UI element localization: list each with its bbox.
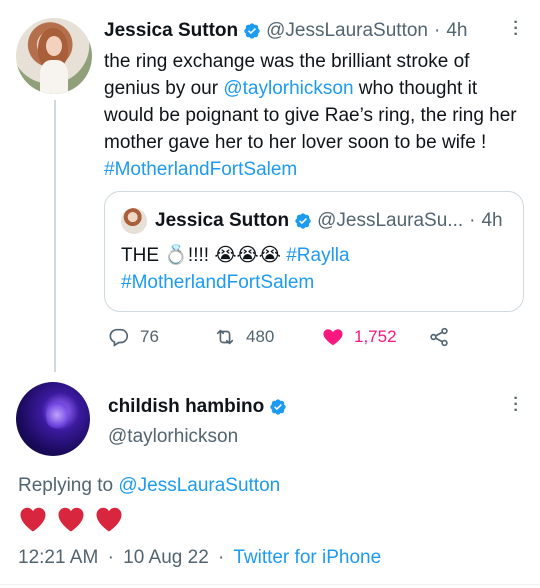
verified-badge-icon xyxy=(244,23,260,39)
hashtag-link[interactable]: #MotherlandFortSalem xyxy=(121,272,314,293)
replying-to: Replying to @JessLauraSutton xyxy=(18,475,281,496)
tweet-text: the ring exchange was the brilliant stro… xyxy=(104,51,517,180)
reply-author-avatar[interactable] xyxy=(16,382,90,456)
author-name[interactable]: Jessica Sutton xyxy=(104,20,238,42)
tweet-header: Jessica Sutton @JessLauraSutton · 4h xyxy=(104,20,467,42)
red-heart-icon xyxy=(20,507,46,532)
main-tweet[interactable]: Jessica Sutton @JessLauraSutton · 4h · · ·… xyxy=(0,0,540,372)
like-button[interactable]: 1,752 xyxy=(322,326,397,348)
divider xyxy=(0,584,540,585)
reply-text xyxy=(18,505,124,533)
more-icon[interactable]: · · · xyxy=(508,15,524,43)
tweet-time[interactable]: 4h xyxy=(446,20,467,42)
heart-icon xyxy=(323,329,343,346)
quote-text: THE 💍!!!! 😭😭😭 #Raylla #MotherlandFortSale… xyxy=(121,245,350,293)
quote-author-avatar xyxy=(121,208,147,234)
reply-tweet[interactable]: childish hambino @taylorhickson · · · Repl… xyxy=(0,372,540,588)
share-icon xyxy=(430,327,448,347)
reply-author-handle[interactable]: @taylorhickson xyxy=(108,426,238,448)
quote-header: Jessica Sutton @JessLauraSu... · 4h xyxy=(121,208,503,234)
quote-tweet[interactable]: Jessica Sutton @JessLauraSu... · 4h THE … xyxy=(104,191,524,312)
separator: · xyxy=(434,20,441,41)
share-button[interactable] xyxy=(428,326,460,348)
mention-link[interactable]: @taylorhickson xyxy=(223,78,353,99)
thread-line xyxy=(54,100,56,372)
more-icon[interactable]: · · · xyxy=(508,391,524,419)
tweet-meta: 12:21 AM · 10 Aug 22 · Twitter for iPhon… xyxy=(18,547,382,568)
author-handle[interactable]: @JessLauraSutton xyxy=(266,20,428,42)
retweet-count: 480 xyxy=(246,327,275,346)
reply-icon xyxy=(109,328,129,347)
red-heart-icon xyxy=(58,507,84,532)
reply-count: 76 xyxy=(140,327,159,346)
author-avatar[interactable] xyxy=(16,18,92,94)
hashtag-link[interactable]: #MotherlandFortSalem xyxy=(104,159,297,180)
replying-to-link[interactable]: @JessLauraSutton xyxy=(118,475,280,496)
separator: · xyxy=(469,210,476,231)
tweet-actions: 76 480 1,752 xyxy=(104,326,524,354)
retweet-button[interactable]: 480 xyxy=(214,326,274,348)
hashtag-link[interactable]: #Raylla xyxy=(286,245,349,266)
like-count: 1,752 xyxy=(354,327,397,346)
reply-time[interactable]: 12:21 AM xyxy=(18,547,98,568)
quote-author-name: Jessica Sutton xyxy=(155,210,290,231)
red-heart-icon xyxy=(96,507,122,532)
reply-author-name[interactable]: childish hambino xyxy=(108,396,264,418)
verified-badge-icon xyxy=(295,213,311,229)
reply-button[interactable]: 76 xyxy=(108,326,159,348)
reply-date[interactable]: 10 Aug 22 xyxy=(123,547,209,568)
quote-author-handle: @JessLauraSu... xyxy=(317,210,464,231)
retweet-icon xyxy=(216,329,234,345)
reply-author-row: childish hambino xyxy=(108,396,292,418)
quote-time: 4h xyxy=(481,210,503,231)
source-link[interactable]: Twitter for iPhone xyxy=(233,547,381,568)
verified-badge-icon xyxy=(270,399,286,415)
